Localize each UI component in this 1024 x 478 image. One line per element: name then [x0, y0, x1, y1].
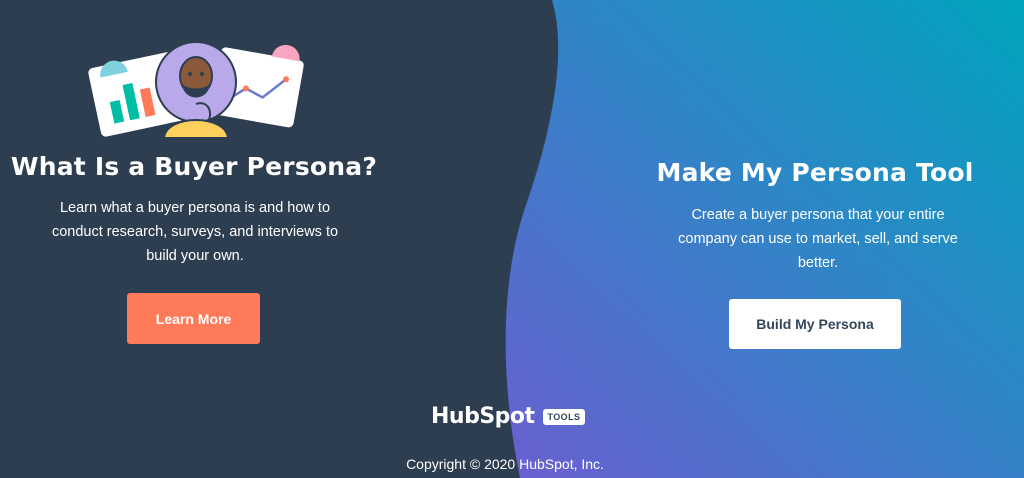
tools-badge: TOOLS	[542, 408, 586, 425]
persona-tool-title: Make My Persona Tool	[656, 158, 974, 187]
buyer-persona-panel: What Is a Buyer Persona? Learn what a bu…	[0, 0, 388, 478]
page-title: What Is a Buyer Persona?	[10, 152, 378, 181]
page: What Is a Buyer Persona? Learn what a bu…	[0, 0, 1024, 478]
persona-thinking-with-charts-icon	[86, 41, 304, 139]
buyer-persona-description: Learn what a buyer persona is and how to…	[51, 200, 339, 264]
learn-more-button[interactable]: Learn More	[127, 293, 260, 344]
hubspot-logo-text: HubSpot	[431, 404, 535, 429]
copyright-text: Copyright © 2020 HubSpot, Inc.	[406, 456, 604, 472]
persona-tool-panel: Make My Persona Tool Create a buyer pers…	[628, 0, 1002, 478]
build-my-persona-button[interactable]: Build My Persona	[729, 299, 901, 349]
hubspot-tools-logo[interactable]: HubSpot TOOLS	[431, 404, 586, 429]
persona-tool-description: Create a buyer persona that your entire …	[678, 207, 958, 271]
